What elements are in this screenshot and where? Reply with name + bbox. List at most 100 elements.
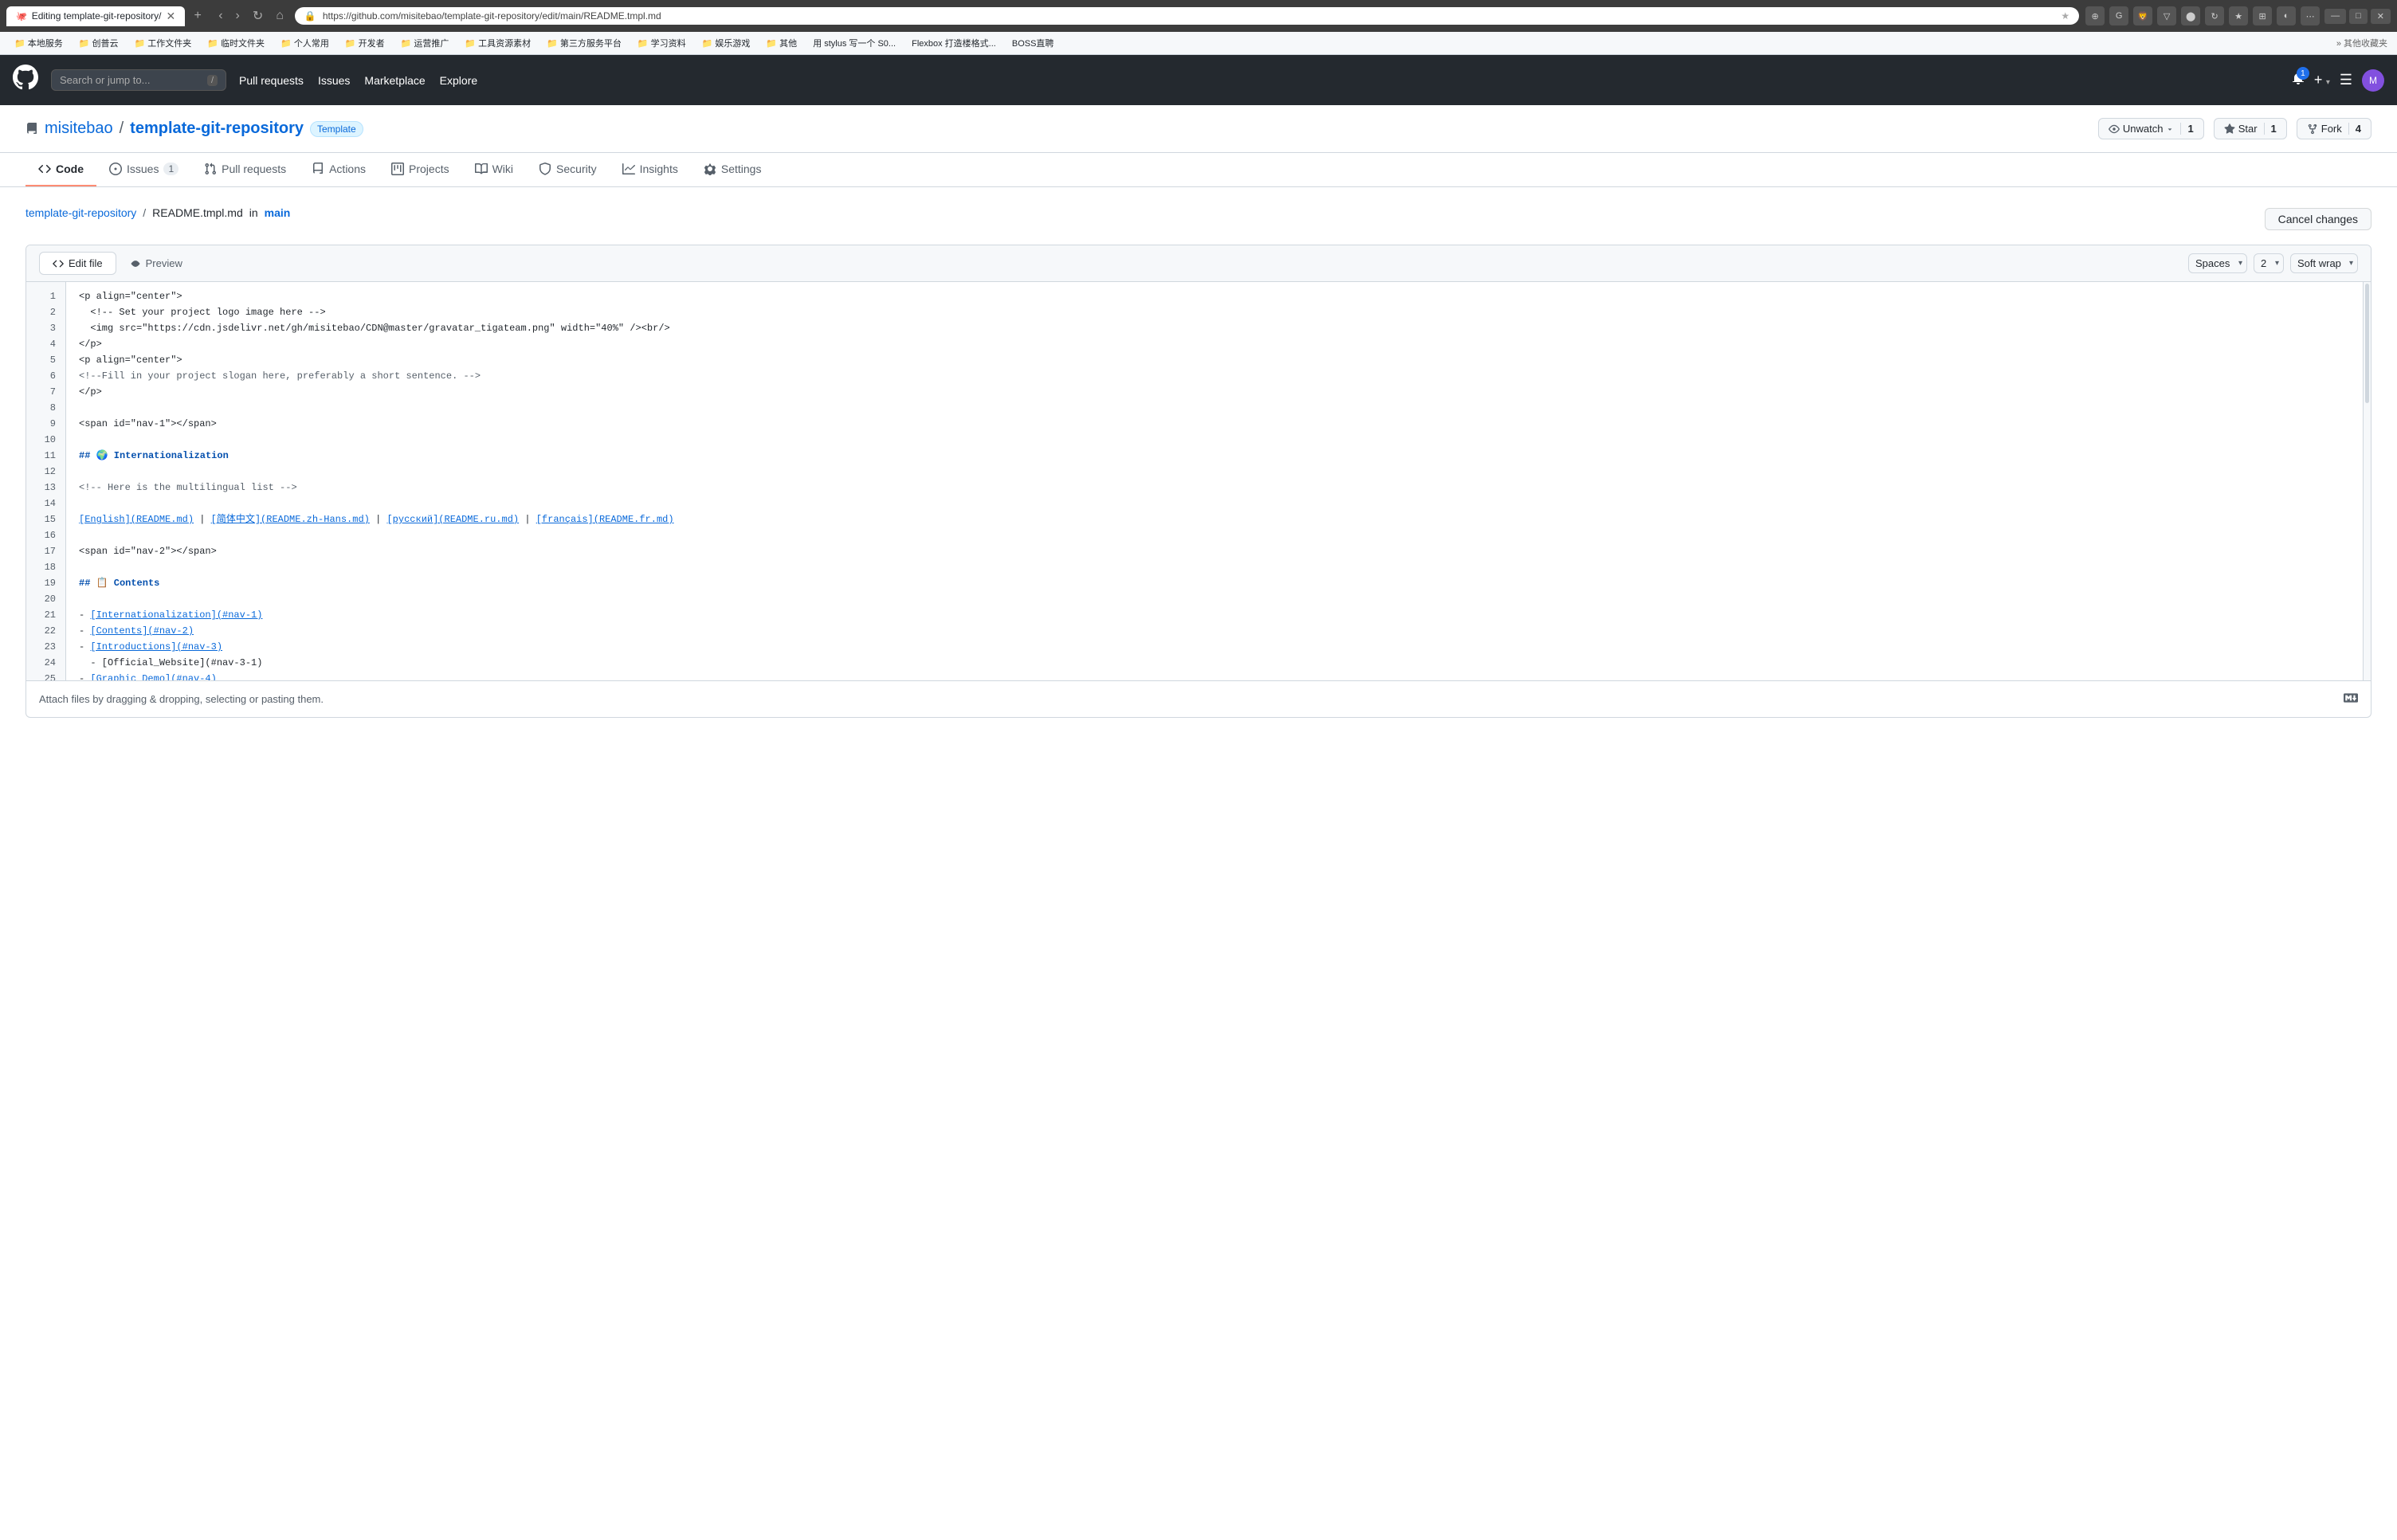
bookmark-3rdparty[interactable]: 📁 第三方服务平台	[542, 35, 626, 51]
code-line[interactable]: ## 🌍 Internationalization	[66, 448, 2363, 464]
extension-icon-4[interactable]: ▽	[2157, 6, 2176, 25]
plus-icon[interactable]: + ▾	[2314, 72, 2330, 88]
code-line[interactable]: <!--Fill in your project slogan here, pr…	[66, 368, 2363, 384]
code-line[interactable]: ## 📋 Contents	[66, 575, 2363, 591]
forward-button[interactable]: ›	[231, 6, 245, 26]
bookmark-personal[interactable]: 📁 个人常用	[276, 35, 334, 51]
bookmark-flexbox[interactable]: Flexbox 打造楼格式...	[907, 35, 1001, 51]
wrap-select[interactable]: Soft wrap No wrap	[2290, 253, 2358, 273]
tab-close-icon[interactable]: ✕	[166, 10, 175, 23]
maximize-button[interactable]: □	[2349, 9, 2368, 24]
code-line[interactable]: <p align="center">	[66, 352, 2363, 368]
edit-file-tab[interactable]: Edit file	[39, 252, 116, 275]
active-tab[interactable]: 🐙 Editing template-git-repository/ ✕	[6, 6, 185, 26]
code-line[interactable]: <!-- Set your project logo image here --…	[66, 304, 2363, 320]
code-line[interactable]	[66, 559, 2363, 575]
vertical-scrollbar[interactable]	[2363, 282, 2371, 680]
close-button[interactable]: ✕	[2371, 9, 2391, 24]
bookmark-marketing[interactable]: 📁 运营推广	[396, 35, 454, 51]
branch-in-label: in	[249, 206, 258, 219]
repo-owner[interactable]: misitebao	[45, 120, 113, 138]
code-line[interactable]: <img src="https://cdn.jsdelivr.net/gh/mi…	[66, 320, 2363, 336]
tab-code[interactable]: Code	[26, 153, 96, 186]
code-line[interactable]: <!-- Here is the multilingual list -->	[66, 480, 2363, 496]
code-line[interactable]	[66, 496, 2363, 511]
code-line[interactable]: </p>	[66, 336, 2363, 352]
extension-icon-2[interactable]: G	[2109, 6, 2128, 25]
bookmark-other[interactable]: 📁 其他	[761, 35, 802, 51]
back-button[interactable]: ‹	[214, 6, 227, 26]
preview-tab[interactable]: Preview	[116, 252, 196, 275]
extension-icon-6[interactable]: ★	[2229, 6, 2248, 25]
nav-marketplace[interactable]: Marketplace	[364, 74, 425, 87]
tab-actions[interactable]: Actions	[299, 153, 379, 186]
nav-issues[interactable]: Issues	[318, 74, 350, 87]
tab-insights[interactable]: Insights	[610, 153, 691, 186]
bookmark-local[interactable]: 📁 本地服务	[10, 35, 68, 51]
code-line[interactable]	[66, 591, 2363, 607]
code-line[interactable]	[66, 527, 2363, 543]
extension-icon-5[interactable]: ↻	[2205, 6, 2224, 25]
code-line[interactable]: </p>	[66, 384, 2363, 400]
bookmark-stylus[interactable]: 用 stylus 写一个 S0...	[808, 35, 900, 51]
branch-name[interactable]: main	[265, 206, 291, 219]
code-line[interactable]: - [Contents](#nav-2)	[66, 623, 2363, 639]
menu-button[interactable]: ⋯	[2301, 6, 2320, 25]
new-tab-button[interactable]: +	[188, 6, 207, 25]
tab-security[interactable]: Security	[526, 153, 610, 186]
nav-pull-requests[interactable]: Pull requests	[239, 74, 304, 87]
extension-icon-8[interactable]: ◐	[2277, 6, 2296, 25]
breadcrumb-repo-link[interactable]: template-git-repository	[26, 206, 136, 219]
notifications-icon[interactable]: 1	[2292, 72, 2305, 88]
code-line[interactable]: [English](README.md) | [简体中文](README.zh-…	[66, 511, 2363, 527]
address-bar[interactable]: 🔒 https://github.com/misitebao/template-…	[295, 7, 2079, 25]
editor-settings: Spaces Tabs ▾ 2 4 8 ▾ Soft wrap	[2188, 253, 2358, 273]
tab-pull-requests[interactable]: Pull requests	[191, 153, 299, 186]
bookmark-cloud[interactable]: 📁 创普云	[74, 35, 124, 51]
tab-settings[interactable]: Settings	[691, 153, 775, 186]
code-content[interactable]: <p align="center"> <!-- Set your project…	[66, 282, 2363, 680]
bookmarks-more[interactable]: » 其他收藏夹	[2336, 37, 2387, 49]
extension-icon-3[interactable]: 🦁	[2133, 6, 2152, 25]
bookmark-entertainment[interactable]: 📁 娱乐游戏	[697, 35, 755, 51]
tab-wiki[interactable]: Wiki	[462, 153, 526, 186]
minimize-button[interactable]: —	[2324, 9, 2346, 24]
watch-button[interactable]: Unwatch 1	[2098, 118, 2204, 139]
refresh-button[interactable]: ↻	[248, 5, 268, 27]
github-icon[interactable]: ⬤	[2181, 6, 2200, 25]
repo-name[interactable]: template-git-repository	[130, 120, 304, 138]
extension-icon-1[interactable]: ⊕	[2085, 6, 2105, 25]
extension-icon-7[interactable]: ⊞	[2253, 6, 2272, 25]
bookmark-boss[interactable]: BOSS直聘	[1007, 35, 1059, 51]
code-line[interactable]	[66, 464, 2363, 480]
nav-explore[interactable]: Explore	[440, 74, 477, 87]
github-logo[interactable]	[13, 65, 38, 96]
fork-button[interactable]: Fork 4	[2297, 118, 2372, 139]
tab-projects[interactable]: Projects	[379, 153, 462, 186]
user-avatar[interactable]: M	[2362, 69, 2384, 92]
code-line[interactable]	[66, 400, 2363, 416]
bookmark-work[interactable]: 📁 工作文件夹	[130, 35, 197, 51]
spaces-type-select[interactable]: Spaces Tabs	[2188, 253, 2247, 273]
github-search[interactable]: Search or jump to... /	[51, 69, 226, 91]
bookmark-dev[interactable]: 📁 开发者	[340, 35, 390, 51]
code-line[interactable]: - [Graphic_Demo](#nav-4)	[66, 671, 2363, 680]
bookmark-temp[interactable]: 📁 临时文件夹	[202, 35, 269, 51]
bookmark-tools[interactable]: 📁 工具资源素材	[460, 35, 536, 51]
code-line[interactable]: <p align="center">	[66, 288, 2363, 304]
code-line[interactable]: - [Introductions](#nav-3)	[66, 639, 2363, 655]
star-button[interactable]: Star 1	[2214, 118, 2287, 139]
code-line[interactable]	[66, 432, 2363, 448]
code-line[interactable]: - [Internationalization](#nav-1)	[66, 607, 2363, 623]
menu-icon[interactable]: ☰	[2340, 72, 2352, 88]
code-editor[interactable]: 1234567891011121314151617181920212223242…	[26, 282, 2371, 680]
cancel-changes-button[interactable]: Cancel changes	[2265, 208, 2372, 230]
home-button[interactable]: ⌂	[271, 6, 288, 26]
tab-issues[interactable]: Issues 1	[96, 153, 191, 186]
bookmark-learning[interactable]: 📁 学习资料	[633, 35, 691, 51]
code-line[interactable]: <span id="nav-2"></span>	[66, 543, 2363, 559]
spaces-size-select[interactable]: 2 4 8	[2254, 253, 2284, 273]
code-line[interactable]: <span id="nav-1"></span>	[66, 416, 2363, 432]
fork-count: 4	[2348, 123, 2361, 135]
code-line[interactable]: - [Official_Website](#nav-3-1)	[66, 655, 2363, 671]
